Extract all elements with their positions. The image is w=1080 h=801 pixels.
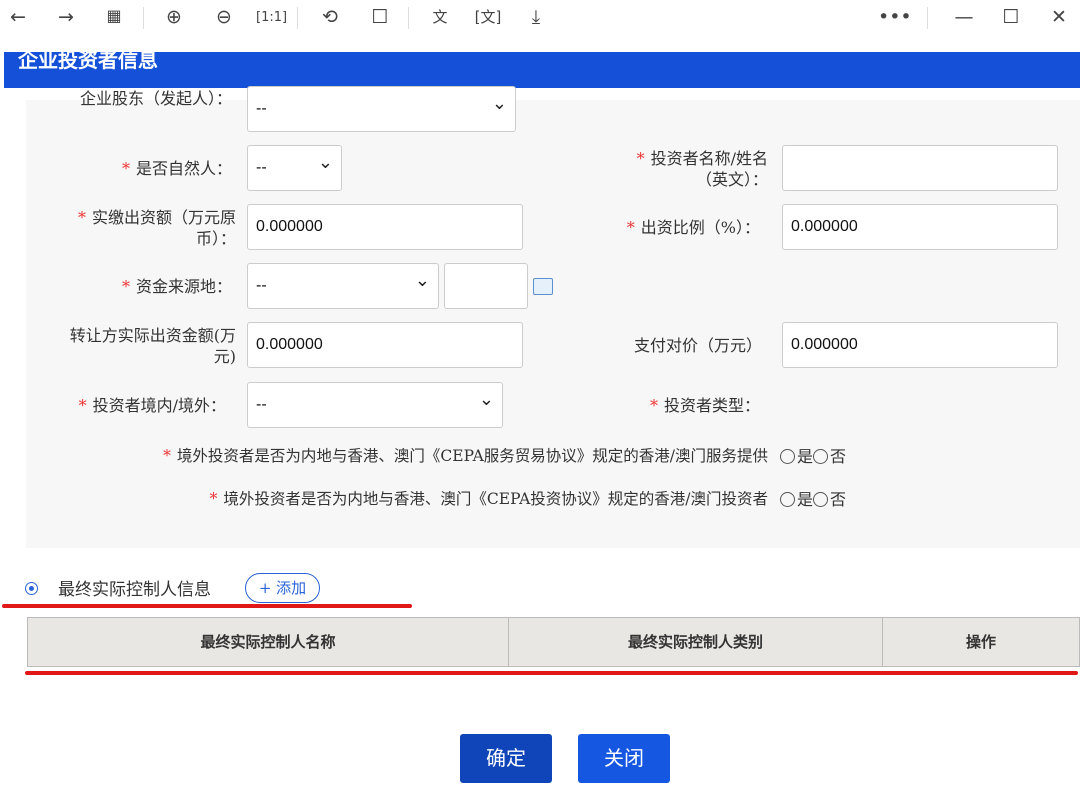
forward-icon[interactable]: → bbox=[52, 6, 80, 28]
payment-label: 支付对价（万元） bbox=[560, 335, 762, 356]
column-header-actions: 操作 bbox=[883, 618, 1079, 666]
paid-capital-label: *实缴出资额（万元原币）： bbox=[40, 207, 236, 249]
fund-source-code-input[interactable] bbox=[444, 263, 528, 309]
natural-person-select[interactable]: -- bbox=[247, 145, 342, 191]
domestic-label: *投资者境内/境外： bbox=[40, 395, 226, 416]
annotation-underline bbox=[2, 604, 412, 608]
cepa-invest-yes-radio[interactable] bbox=[780, 492, 795, 507]
close-button[interactable]: 关闭 bbox=[578, 734, 670, 783]
ocr-icon[interactable]: [文] bbox=[474, 6, 502, 27]
zoom-out-icon[interactable]: ⊖ bbox=[210, 6, 238, 28]
cepa-invest-radios: 是否 bbox=[780, 489, 846, 510]
page-title: 企业投资者信息 bbox=[4, 52, 1080, 88]
ratio-label: *出资比例（%）： bbox=[560, 217, 760, 238]
more-icon[interactable]: ••• bbox=[878, 6, 906, 28]
grid-icon[interactable]: ▦ bbox=[100, 6, 128, 25]
lookup-icon[interactable] bbox=[533, 278, 553, 295]
download-icon[interactable]: ⤓ bbox=[522, 6, 550, 28]
back-icon[interactable]: ← bbox=[4, 6, 32, 28]
natural-person-label: *是否自然人： bbox=[60, 158, 232, 179]
add-controller-button[interactable]: + 添加 bbox=[245, 573, 320, 603]
fund-source-label: *资金来源地： bbox=[60, 276, 232, 297]
investor-name-en-input[interactable] bbox=[782, 145, 1058, 191]
shareholder-select[interactable]: -- bbox=[247, 86, 516, 132]
shareholder-label: 企业股东（发起人）： bbox=[60, 88, 232, 130]
viewer-toolbar: ← → ▦ ⊕ ⊖ [1:1] ⟲ ☐ 文 [文] ⤓ ••• — ☐ ✕ bbox=[0, 0, 1080, 38]
cepa-service-label: *境外投资者是否为内地与香港、澳门《CEPA服务贸易协议》规定的香港/澳门服务提… bbox=[40, 446, 768, 467]
column-header-name: 最终实际控制人名称 bbox=[28, 618, 509, 666]
minimize-icon[interactable]: — bbox=[950, 6, 978, 28]
investor-name-en-label: *投资者名称/姓名（英文）： bbox=[560, 148, 768, 190]
transfer-amount-label: 转让方实际出资金额(万元) bbox=[30, 325, 236, 367]
controller-section-title: 最终实际控制人信息 bbox=[25, 575, 211, 600]
rotate-icon[interactable]: ⟲ bbox=[316, 6, 344, 28]
translate-icon[interactable]: 文 bbox=[426, 6, 454, 27]
cepa-invest-no-radio[interactable] bbox=[813, 492, 828, 507]
maximize-icon[interactable]: ☐ bbox=[997, 6, 1025, 28]
section-bullet-icon bbox=[25, 582, 38, 595]
controller-table: 最终实际控制人名称 最终实际控制人类别 操作 bbox=[27, 617, 1080, 667]
edit-icon[interactable]: ☐ bbox=[366, 6, 394, 28]
close-icon[interactable]: ✕ bbox=[1045, 6, 1073, 28]
zoom-in-icon[interactable]: ⊕ bbox=[160, 6, 188, 28]
domestic-select[interactable]: -- bbox=[247, 382, 503, 428]
cepa-invest-label: *境外投资者是否为内地与香港、澳门《CEPA投资协议》规定的香港/澳门投资者 bbox=[40, 489, 768, 510]
transfer-amount-input[interactable]: 0.000000 bbox=[247, 322, 523, 368]
cepa-service-yes-radio[interactable] bbox=[780, 449, 795, 464]
payment-input[interactable]: 0.000000 bbox=[782, 322, 1058, 368]
page-title-text: 企业投资者信息 bbox=[18, 52, 158, 72]
ratio-input[interactable]: 0.000000 bbox=[782, 204, 1058, 250]
fund-source-select[interactable]: -- bbox=[247, 263, 439, 309]
cepa-service-radios: 是否 bbox=[780, 446, 846, 467]
column-header-type: 最终实际控制人类别 bbox=[509, 618, 883, 666]
actual-size-icon[interactable]: [1:1] bbox=[256, 10, 284, 25]
cepa-service-no-radio[interactable] bbox=[813, 449, 828, 464]
confirm-button[interactable]: 确定 bbox=[460, 734, 552, 783]
annotation-underline bbox=[25, 671, 1078, 675]
investor-type-label: *投资者类型： bbox=[560, 395, 760, 416]
paid-capital-input[interactable]: 0.000000 bbox=[247, 204, 523, 250]
